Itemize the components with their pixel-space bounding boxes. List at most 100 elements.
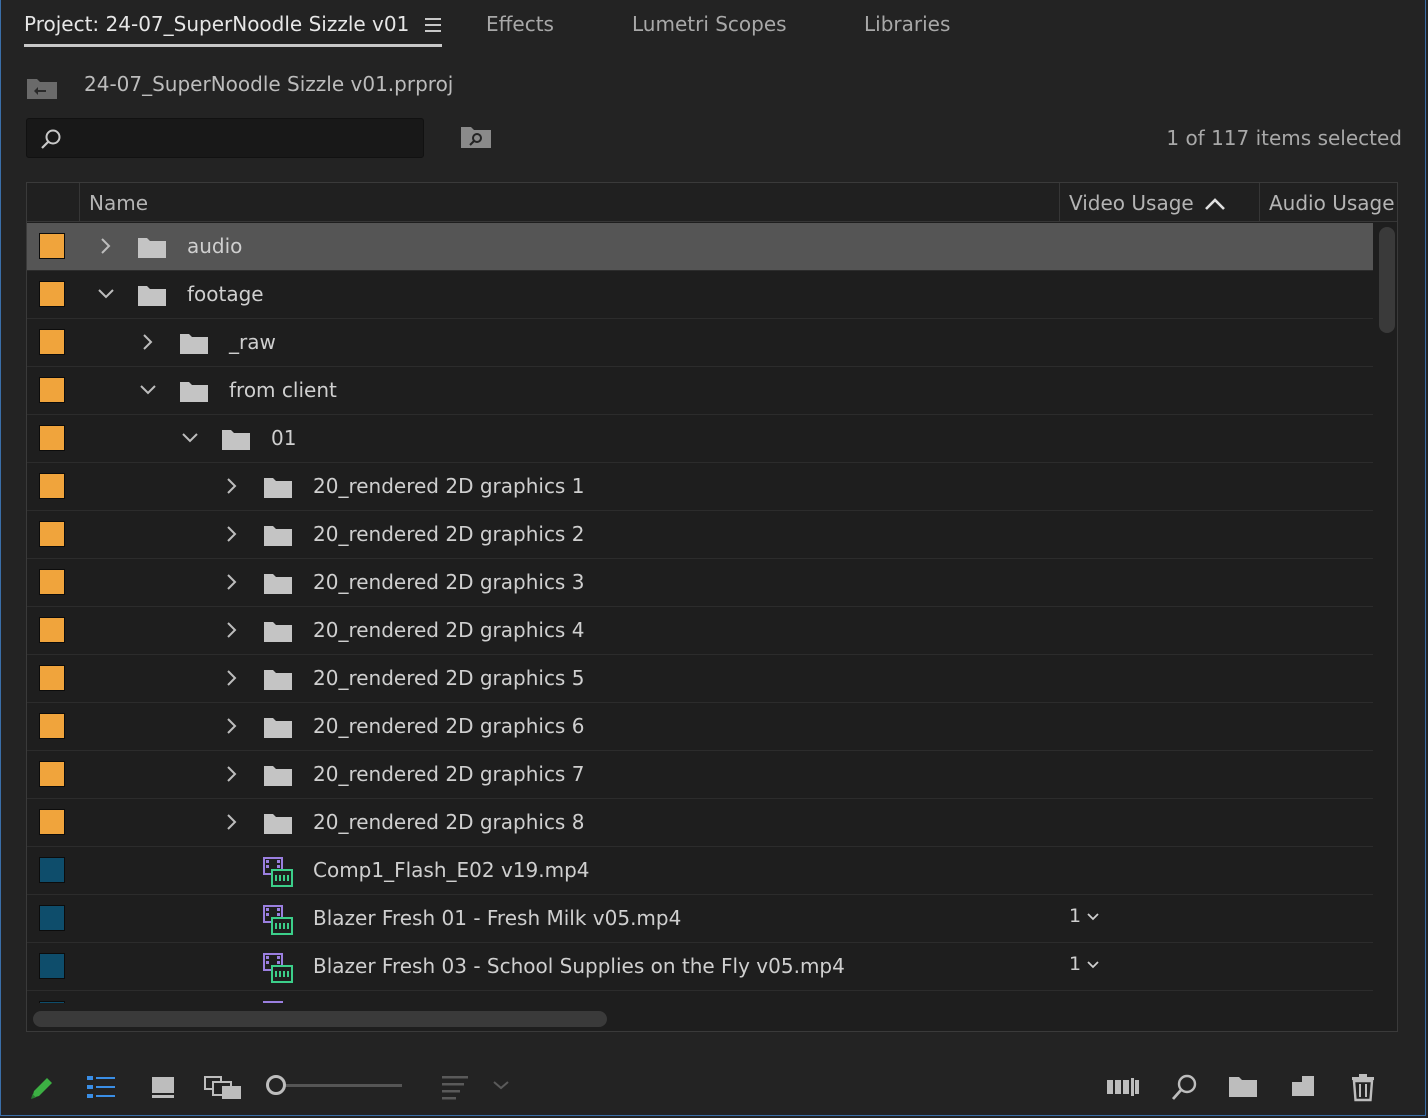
label-color-swatch[interactable] bbox=[39, 665, 65, 691]
column-header-name[interactable]: Name bbox=[89, 191, 148, 215]
folder-icon bbox=[264, 574, 292, 594]
chevron-right-icon[interactable] bbox=[223, 621, 241, 639]
chevron-down-icon[interactable] bbox=[97, 285, 115, 303]
label-color-swatch[interactable] bbox=[39, 857, 65, 883]
chevron-down-icon[interactable] bbox=[181, 429, 199, 447]
chevron-right-icon[interactable] bbox=[223, 477, 241, 495]
label-color-swatch[interactable] bbox=[39, 953, 65, 979]
bin-row[interactable]: from client bbox=[27, 367, 1373, 415]
label-color-swatch[interactable] bbox=[39, 617, 65, 643]
bin-row[interactable]: 20_rendered 2D graphics 6 bbox=[27, 703, 1373, 751]
automate-to-sequence-icon[interactable] bbox=[1106, 1072, 1140, 1102]
bin-row[interactable]: _raw bbox=[27, 319, 1373, 367]
bin-name: 01 bbox=[271, 426, 297, 450]
label-color-swatch[interactable] bbox=[39, 377, 65, 403]
label-color-swatch[interactable] bbox=[39, 281, 65, 307]
vertical-scrollbar[interactable] bbox=[1379, 227, 1395, 333]
search-input[interactable] bbox=[71, 119, 415, 159]
chevron-right-icon[interactable] bbox=[223, 669, 241, 687]
video-usage-count: 1 bbox=[1069, 953, 1082, 975]
bin-row[interactable]: 20_rendered 2D graphics 2 bbox=[27, 511, 1373, 559]
label-color-swatch[interactable] bbox=[39, 1001, 65, 1003]
freeform-view-icon[interactable] bbox=[204, 1072, 242, 1102]
chevron-down-icon[interactable] bbox=[492, 1078, 510, 1092]
label-color-swatch[interactable] bbox=[39, 761, 65, 787]
label-color-swatch[interactable] bbox=[39, 425, 65, 451]
folder-icon bbox=[264, 622, 292, 642]
tab-project[interactable]: Project: 24-07_SuperNoodle Sizzle v01 bbox=[24, 12, 409, 36]
chevron-right-icon[interactable] bbox=[223, 717, 241, 735]
horizontal-scrollbar[interactable] bbox=[33, 1011, 607, 1027]
panel-menu-icon[interactable] bbox=[425, 18, 441, 32]
bin-row[interactable]: 20_rendered 2D graphics 4 bbox=[27, 607, 1373, 655]
project-file-path: 24-07_SuperNoodle Sizzle v01.prproj bbox=[84, 72, 454, 96]
sort-ascending-icon[interactable] bbox=[1203, 197, 1227, 211]
bin-name: 20_rendered 2D graphics 4 bbox=[313, 618, 585, 642]
bin-row[interactable]: 01 bbox=[27, 415, 1373, 463]
clip-row[interactable]: Blazer Fresh 03 - School Supplies on the… bbox=[27, 943, 1373, 991]
column-header-row: Name Video Usage Audio Usage bbox=[27, 183, 1397, 222]
folder-icon bbox=[264, 478, 292, 498]
clip-row[interactable] bbox=[27, 991, 1373, 1003]
zoom-slider-track[interactable] bbox=[278, 1084, 402, 1087]
bin-name: 20_rendered 2D graphics 3 bbox=[313, 570, 585, 594]
sort-icons-icon[interactable] bbox=[440, 1072, 470, 1102]
label-color-swatch[interactable] bbox=[39, 233, 65, 259]
tab-lumetri-scopes[interactable]: Lumetri Scopes bbox=[632, 12, 787, 36]
label-color-swatch[interactable] bbox=[39, 713, 65, 739]
label-color-swatch[interactable] bbox=[39, 809, 65, 835]
bin-row[interactable]: 20_rendered 2D graphics 5 bbox=[27, 655, 1373, 703]
bin-row[interactable]: 20_rendered 2D graphics 3 bbox=[27, 559, 1373, 607]
label-color-swatch[interactable] bbox=[39, 473, 65, 499]
folder-icon bbox=[264, 814, 292, 834]
chevron-down-icon[interactable] bbox=[139, 381, 157, 399]
column-header-video-usage[interactable]: Video Usage bbox=[1069, 191, 1194, 215]
column-header-audio-usage[interactable]: Audio Usage bbox=[1269, 191, 1395, 215]
tab-effects[interactable]: Effects bbox=[486, 12, 554, 36]
video-usage-dropdown[interactable]: 1 bbox=[1069, 953, 1099, 975]
new-item-icon[interactable] bbox=[1288, 1072, 1318, 1102]
tab-libraries[interactable]: Libraries bbox=[864, 12, 950, 36]
chevron-right-icon[interactable] bbox=[139, 333, 157, 351]
bin-name: 20_rendered 2D graphics 6 bbox=[313, 714, 585, 738]
icon-view-icon[interactable] bbox=[148, 1072, 178, 1102]
chevron-right-icon[interactable] bbox=[97, 237, 115, 255]
pencil-icon[interactable] bbox=[26, 1072, 56, 1102]
label-color-swatch[interactable] bbox=[39, 905, 65, 931]
new-bin-icon[interactable] bbox=[1228, 1072, 1258, 1102]
chevron-right-icon[interactable] bbox=[223, 765, 241, 783]
video-clip-icon bbox=[263, 857, 293, 887]
create-search-bin-icon[interactable] bbox=[460, 124, 492, 150]
chevron-right-icon[interactable] bbox=[223, 573, 241, 591]
search-field[interactable] bbox=[26, 118, 424, 159]
bin-name: 20_rendered 2D graphics 1 bbox=[313, 474, 585, 498]
label-color-swatch[interactable] bbox=[39, 521, 65, 547]
label-color-swatch[interactable] bbox=[39, 569, 65, 595]
active-tab-indicator bbox=[24, 44, 442, 47]
trash-icon[interactable] bbox=[1348, 1072, 1378, 1102]
clip-row[interactable]: Blazer Fresh 01 - Fresh Milk v05.mp4 1 bbox=[27, 895, 1373, 943]
clip-row[interactable]: Comp1_Flash_E02 v19.mp4 bbox=[27, 847, 1373, 895]
column-divider[interactable] bbox=[1259, 183, 1260, 221]
video-usage-count: 1 bbox=[1069, 905, 1082, 927]
bin-row[interactable]: footage bbox=[27, 271, 1373, 319]
bin-row[interactable]: 20_rendered 2D graphics 8 bbox=[27, 799, 1373, 847]
find-icon[interactable] bbox=[1170, 1072, 1200, 1102]
folder-icon bbox=[264, 766, 292, 786]
bin-name: from client bbox=[229, 378, 337, 402]
clip-name: Blazer Fresh 01 - Fresh Milk v05.mp4 bbox=[313, 906, 682, 930]
label-color-swatch[interactable] bbox=[39, 329, 65, 355]
bin-name: 20_rendered 2D graphics 5 bbox=[313, 666, 585, 690]
chevron-right-icon[interactable] bbox=[223, 525, 241, 543]
bin-row[interactable]: 20_rendered 2D graphics 7 bbox=[27, 751, 1373, 799]
zoom-slider-thumb[interactable] bbox=[266, 1075, 286, 1095]
column-divider[interactable] bbox=[1059, 183, 1060, 221]
folder-icon bbox=[264, 718, 292, 738]
project-up-folder-icon[interactable] bbox=[26, 76, 58, 100]
bin-row[interactable]: audio bbox=[27, 223, 1373, 271]
list-view-icon[interactable] bbox=[86, 1072, 116, 1102]
video-usage-dropdown[interactable]: 1 bbox=[1069, 905, 1099, 927]
column-divider[interactable] bbox=[79, 183, 80, 221]
bin-row[interactable]: 20_rendered 2D graphics 1 bbox=[27, 463, 1373, 511]
chevron-right-icon[interactable] bbox=[223, 813, 241, 831]
